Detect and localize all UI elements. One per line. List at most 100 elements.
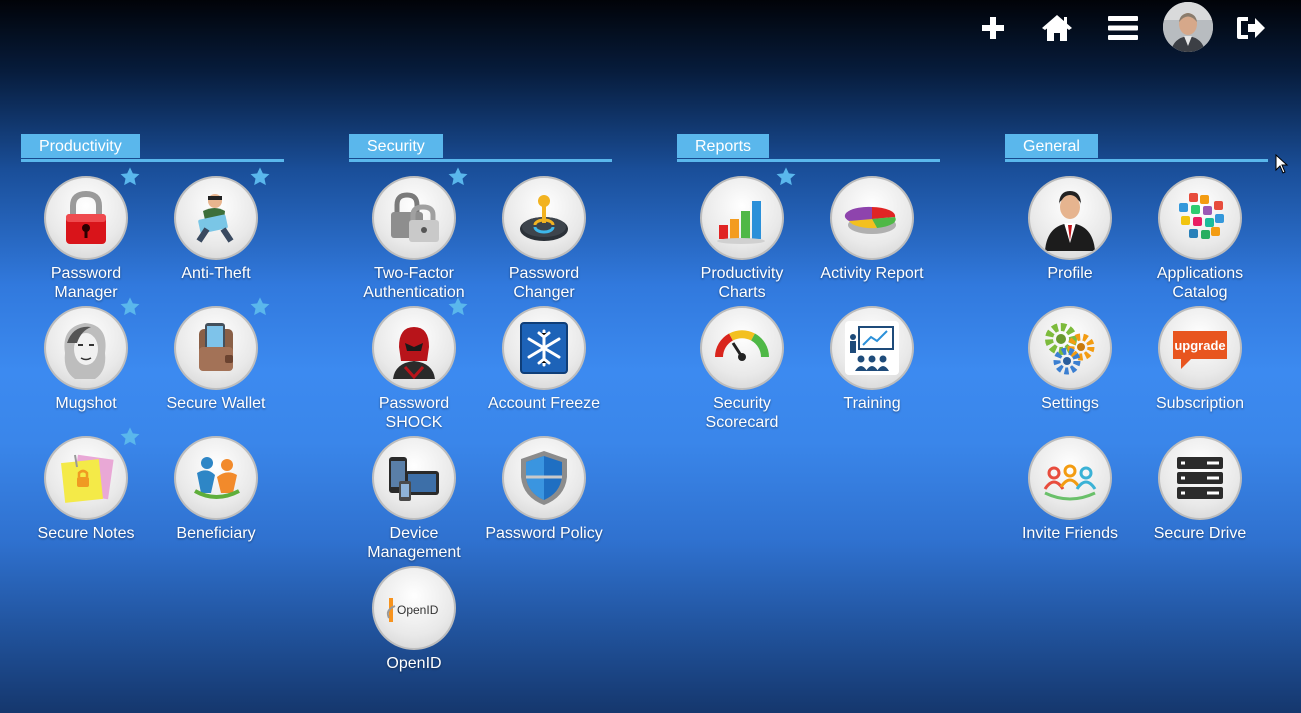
mouse-cursor-icon	[1275, 154, 1289, 174]
server-icon	[1177, 457, 1223, 499]
section-title: Productivity	[21, 134, 140, 158]
section-divider	[349, 159, 612, 162]
snowflake-icon	[520, 322, 568, 374]
app-icon-circle	[174, 436, 258, 520]
people-icon	[194, 457, 240, 499]
logout-icon	[1237, 17, 1265, 39]
app-password-shock[interactable]: Password SHOCK	[349, 297, 479, 432]
bar-chart-icon	[717, 201, 765, 244]
pie-chart-icon	[844, 206, 896, 234]
thief-icon	[196, 194, 234, 243]
padlock-icon	[66, 190, 106, 244]
add-button[interactable]	[975, 10, 1011, 46]
favorite-star-icon[interactable]	[249, 296, 271, 318]
app-label: Password SHOCK	[378, 395, 450, 431]
app-password-manager[interactable]: Password Manager	[21, 167, 151, 302]
businessman-icon	[1045, 191, 1095, 251]
section-reports: Reports	[677, 134, 940, 162]
app-secure-drive[interactable]: Secure Drive	[1135, 436, 1265, 543]
app-icon-circle	[372, 176, 456, 260]
app-label: Subscription	[1155, 395, 1245, 412]
app-icon-circle: upgrade	[1158, 306, 1242, 390]
helmet-icon	[393, 327, 435, 379]
app-beneficiary[interactable]: Beneficiary	[151, 436, 281, 543]
app-icon-circle	[830, 306, 914, 390]
app-label: Secure Drive	[1153, 525, 1247, 542]
app-label: OpenID	[386, 655, 442, 672]
app-secure-wallet[interactable]: Secure Wallet	[151, 297, 281, 413]
top-toolbar	[981, 0, 1301, 56]
app-label: Beneficiary	[176, 525, 256, 542]
wallet-icon	[199, 323, 233, 371]
app-two-factor-authentication[interactable]: Two-Factor Authentication	[349, 167, 479, 302]
plus-icon	[982, 17, 1004, 39]
app-label: Invite Friends	[1021, 525, 1119, 542]
app-label: Secure Wallet	[166, 395, 266, 412]
openid-icon: OpenID	[386, 598, 439, 622]
app-icon-circle	[1158, 176, 1242, 260]
menu-button[interactable]	[1105, 10, 1141, 46]
user-avatar[interactable]	[1163, 2, 1213, 52]
app-settings[interactable]: Settings	[1005, 306, 1135, 413]
app-icon-circle	[174, 306, 258, 390]
app-icon-circle	[1158, 436, 1242, 520]
app-label: Settings	[1041, 395, 1099, 412]
favorite-star-icon[interactable]	[447, 296, 469, 318]
app-mugshot[interactable]: Mugshot	[21, 297, 151, 413]
app-icon-circle	[502, 306, 586, 390]
app-secure-notes[interactable]: Secure Notes	[21, 427, 151, 543]
app-icon-circle	[372, 306, 456, 390]
app-device-management[interactable]: Device Management	[349, 436, 479, 562]
app-cluster-icon	[1179, 193, 1224, 239]
friends-icon	[1043, 464, 1097, 501]
app-account-freeze[interactable]: Account Freeze	[479, 306, 609, 413]
favorite-star-icon[interactable]	[775, 166, 797, 188]
app-icon-circle	[1028, 306, 1112, 390]
section-divider	[21, 159, 284, 162]
key-dial-icon	[520, 195, 568, 241]
app-subscription[interactable]: upgrade Subscription	[1135, 306, 1265, 413]
app-label: Mugshot	[55, 395, 117, 412]
app-anti-theft[interactable]: Anti-Theft	[151, 167, 281, 283]
app-invite-friends[interactable]: Invite Friends	[1005, 436, 1135, 543]
favorite-star-icon[interactable]	[447, 166, 469, 188]
section-header: Productivity	[21, 134, 284, 162]
logout-button[interactable]	[1233, 10, 1269, 46]
gears-icon	[1045, 323, 1095, 375]
app-icon-circle	[44, 306, 128, 390]
upgrade-badge-text: upgrade	[1174, 338, 1225, 353]
app-activity-report[interactable]: Activity Report	[807, 176, 937, 283]
app-icon-circle	[44, 436, 128, 520]
app-label: Device Management	[367, 525, 461, 561]
app-security-scorecard[interactable]: Security Scorecard	[677, 306, 807, 432]
mugshot-icon	[64, 323, 106, 379]
app-training[interactable]: Training	[807, 306, 937, 413]
app-password-changer[interactable]: Password Changer	[479, 176, 609, 302]
favorite-star-icon[interactable]	[249, 166, 271, 188]
app-applications-catalog[interactable]: Applications Catalog	[1135, 176, 1265, 302]
app-productivity-charts[interactable]: Productivity Charts	[677, 167, 807, 302]
home-button[interactable]	[1039, 10, 1075, 46]
shield-icon	[521, 451, 567, 505]
app-label: Profile	[1047, 265, 1093, 282]
favorite-star-icon[interactable]	[119, 166, 141, 188]
app-icon-circle	[700, 176, 784, 260]
section-header: Reports	[677, 134, 940, 162]
section-title: General	[1005, 134, 1098, 158]
section-general: General	[1005, 134, 1268, 162]
app-icon-circle	[700, 306, 784, 390]
favorite-star-icon[interactable]	[119, 426, 141, 448]
app-label: Anti-Theft	[181, 265, 251, 282]
app-openid[interactable]: OpenID OpenID	[349, 566, 479, 673]
app-password-policy[interactable]: Password Policy	[479, 436, 609, 543]
openid-logo-text: OpenID	[397, 603, 439, 617]
app-label: Secure Notes	[37, 525, 135, 542]
app-icon-circle	[372, 436, 456, 520]
app-label: Password Changer	[508, 265, 580, 301]
app-profile[interactable]: Profile	[1005, 176, 1135, 283]
favorite-star-icon[interactable]	[119, 296, 141, 318]
app-icon-circle	[1028, 436, 1112, 520]
app-label: Account Freeze	[487, 395, 601, 412]
home-icon	[1042, 15, 1072, 41]
section-header: General	[1005, 134, 1268, 162]
